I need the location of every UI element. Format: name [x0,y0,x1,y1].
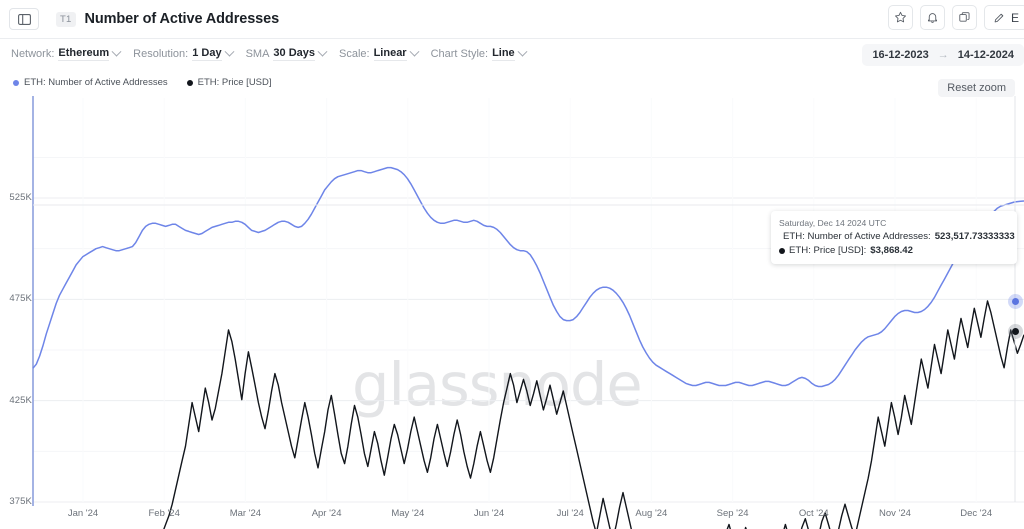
copy-icon [959,12,970,22]
edit-button-label: E [1010,10,1019,25]
network-select[interactable]: Network: Ethereum [11,46,122,61]
edit-button[interactable]: E [983,5,1024,30]
sidebar-panel-icon[interactable] [9,8,39,30]
x-axis-tick: Jan '24 [67,508,99,519]
x-axis-tick: Dec '24 [960,508,993,519]
duplicate-button[interactable] [951,5,977,30]
sma-label: SMA [245,48,270,60]
top-bar-actions: E [887,5,1024,30]
x-axis-tick: Oct '24 [798,508,829,519]
x-axis-tick: Sep '24 [716,508,749,519]
chart-plot[interactable] [0,96,1024,529]
chart-legend: ETH: Number of Active Addresses ETH: Pri… [13,77,272,88]
legend-label: ETH: Price [USD] [197,77,272,88]
chart-style-label: Chart Style: [430,48,489,60]
x-axis-tick: May '24 [391,508,425,519]
date-range-start: 16-12-2023 [872,49,929,61]
marker-price-core [1012,328,1019,335]
scale-value: Linear [373,47,407,61]
tier-badge: T1 [56,11,76,27]
x-axis-tick: Aug '24 [635,508,668,519]
legend-item-active-addresses[interactable]: ETH: Number of Active Addresses [13,77,168,88]
chart-tooltip: Saturday, Dec 14 2024 UTC ETH: Number of… [771,211,1017,265]
page-title: Number of Active Addresses [84,11,280,27]
top-bar: T1 Number of Active Addresses E [0,0,1024,39]
chart-style-value: Line [492,47,515,61]
x-axis-tick: Apr '24 [311,508,342,519]
sma-select[interactable]: SMA 30 Days [245,46,328,61]
y-axis-tick: 525K [9,192,32,203]
chart-area[interactable]: glassnode 525K 475K 425K 375K Jan '24 Feb '2… [0,96,1024,529]
chevron-down-icon [111,46,122,57]
y-axis-tick: 425K [9,394,32,406]
reset-zoom-button[interactable]: Reset zoom [938,79,1015,97]
tooltip-value: $3,868.42 [870,244,913,256]
chevron-down-icon [317,46,328,57]
scale-select[interactable]: Scale: Linear [339,46,420,61]
chevron-down-icon [224,46,235,57]
resolution-label: Resolution: [133,48,189,60]
y-axis-tick: 375K [9,496,32,507]
date-range-end: 14-12-2024 [957,49,1014,61]
favorite-button[interactable] [887,5,913,30]
pencil-icon [994,13,1004,23]
star-icon [895,11,906,23]
scale-label: Scale: [339,48,370,60]
x-axis-tick: Jun '24 [473,508,505,519]
x-axis-tick: Jul '24 [556,508,584,519]
legend-swatch-icon [186,79,193,86]
resolution-select[interactable]: Resolution: 1 Day [133,46,235,61]
legend-label: ETH: Number of Active Addresses [24,77,168,88]
tooltip-value: 523,517.73333333 [934,231,1015,243]
network-label: Network: [11,48,55,60]
legend-swatch-icon [13,79,19,86]
x-axis-tick: Nov '24 [879,508,911,519]
bell-icon [927,13,937,23]
chart-style-select[interactable]: Chart Style: Line [430,46,528,61]
alerts-button[interactable] [919,5,945,30]
chevron-down-icon [409,46,420,57]
tooltip-swatch-icon [779,247,785,254]
tooltip-date: Saturday, Dec 14 2024 UTC [779,218,887,228]
sma-value: 30 Days [273,47,315,61]
x-axis-tick: Feb '24 [148,508,180,519]
resolution-value: 1 Day [192,47,222,61]
tooltip-key: ETH: Price [USD]: [789,244,867,256]
chevron-down-icon [517,46,528,57]
series-line [32,166,1024,388]
marker-active-addresses-core [1012,298,1019,305]
y-axis-tick: 475K [9,293,32,305]
date-range-separator-icon: → [937,49,949,61]
tooltip-row-price: ETH: Price [USD]: $3,868.42 [779,244,1009,258]
network-value: Ethereum [58,47,110,61]
glassnode-chart-page: T1 Number of Active Addresses E Network:… [0,0,1024,529]
legend-item-price[interactable]: ETH: Price [USD] [186,77,272,88]
tooltip-key: ETH: Number of Active Addresses: [783,231,931,243]
tooltip-row-active-addresses: ETH: Number of Active Addresses: 523,517… [779,230,1015,244]
date-range-picker[interactable]: 16-12-2023 → 14-12-2024 [862,44,1024,66]
x-axis-tick: Mar '24 [229,508,262,519]
